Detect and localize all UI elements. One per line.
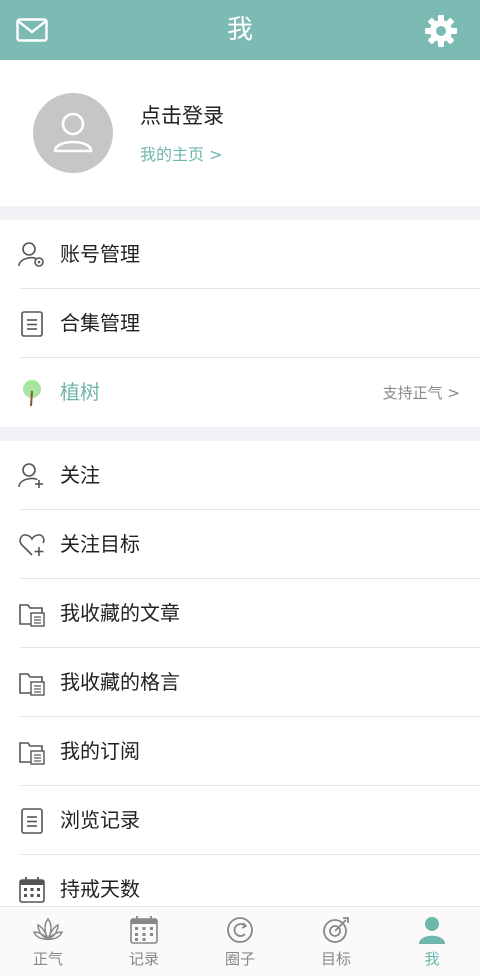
page-title: 我 (226, 15, 253, 45)
menu-item-collection-management[interactable]: 合集管理 (0, 289, 480, 358)
folder-icon (19, 673, 45, 696)
user-settings-icon (18, 242, 44, 267)
menu-item-label: 我收藏的文章 (60, 601, 180, 625)
menu-item-follow-goals[interactable]: 关注目标 (0, 510, 480, 579)
tab-label: 目标 (320, 950, 351, 968)
menu-item-browsing-history[interactable]: 浏览记录 (0, 786, 480, 855)
target-icon (323, 917, 349, 943)
tab-label: 圈子 (224, 950, 255, 968)
menu-item-label: 合集管理 (60, 311, 140, 335)
lotus-icon (33, 917, 63, 941)
menu-item-label: 关注目标 (60, 532, 140, 556)
folder-icon (19, 742, 45, 765)
top-bar: 我 (0, 0, 480, 60)
menu-item-favorite-quotes[interactable]: 我收藏的格言 (0, 648, 480, 717)
circle-icon (227, 917, 253, 943)
menu-item-label: 我的订阅 (60, 739, 140, 763)
menu-item-subscriptions[interactable]: 我的订阅 (0, 717, 480, 786)
avatar[interactable] (33, 93, 113, 173)
menu-item-account-management[interactable]: 账号管理 (0, 220, 480, 289)
folder-icon (19, 604, 45, 627)
support-link[interactable]: 支持正气 > (383, 382, 460, 404)
menu-item-favorite-articles[interactable]: 我收藏的文章 (0, 579, 480, 648)
tab-me[interactable]: 我 (384, 907, 480, 976)
gear-icon[interactable] (424, 14, 458, 48)
tab-goals[interactable]: 目标 (288, 907, 384, 976)
tab-label: 我 (424, 950, 440, 968)
heart-add-icon (19, 534, 45, 556)
menu-item-plant-tree[interactable]: 植树 支持正气 > (0, 358, 480, 427)
document-icon (21, 311, 43, 337)
person-icon (419, 917, 445, 944)
tab-label: 记录 (128, 950, 159, 968)
tree-icon (23, 380, 41, 407)
tab-records[interactable]: 记录 (96, 907, 192, 976)
account-menu-group: 账号管理 合集管理 植树 支持正气 > (0, 220, 480, 427)
menu-item-label: 浏览记录 (60, 808, 140, 832)
calendar-icon (130, 916, 158, 944)
calendar-icon (19, 877, 45, 903)
menu-item-label: 账号管理 (60, 242, 140, 266)
bottom-tab-bar: 正气 记录 圈子 目标 我 (0, 906, 480, 976)
menu-item-follow[interactable]: 关注 (0, 441, 480, 510)
user-add-icon (18, 463, 43, 488)
menu-item-label: 持戒天数 (60, 877, 140, 901)
favorites-menu-group: 关注 关注目标 我收藏的文章 我收藏的格言 我的订阅 浏览记录 持戒天数 (0, 441, 480, 924)
person-icon (53, 112, 93, 153)
tab-circle[interactable]: 圈子 (192, 907, 288, 976)
menu-item-label: 我收藏的格言 (60, 670, 180, 694)
document-icon (21, 808, 43, 834)
tab-label: 正气 (32, 950, 63, 968)
menu-item-label: 植树 (60, 380, 100, 404)
login-link[interactable]: 点击登录 (140, 102, 224, 130)
profile-card[interactable]: 点击登录 我的主页 > (0, 60, 480, 206)
homepage-link[interactable]: 我的主页 > (140, 144, 223, 166)
tab-zhengqi[interactable]: 正气 (0, 907, 96, 976)
menu-item-label: 关注 (60, 463, 100, 487)
